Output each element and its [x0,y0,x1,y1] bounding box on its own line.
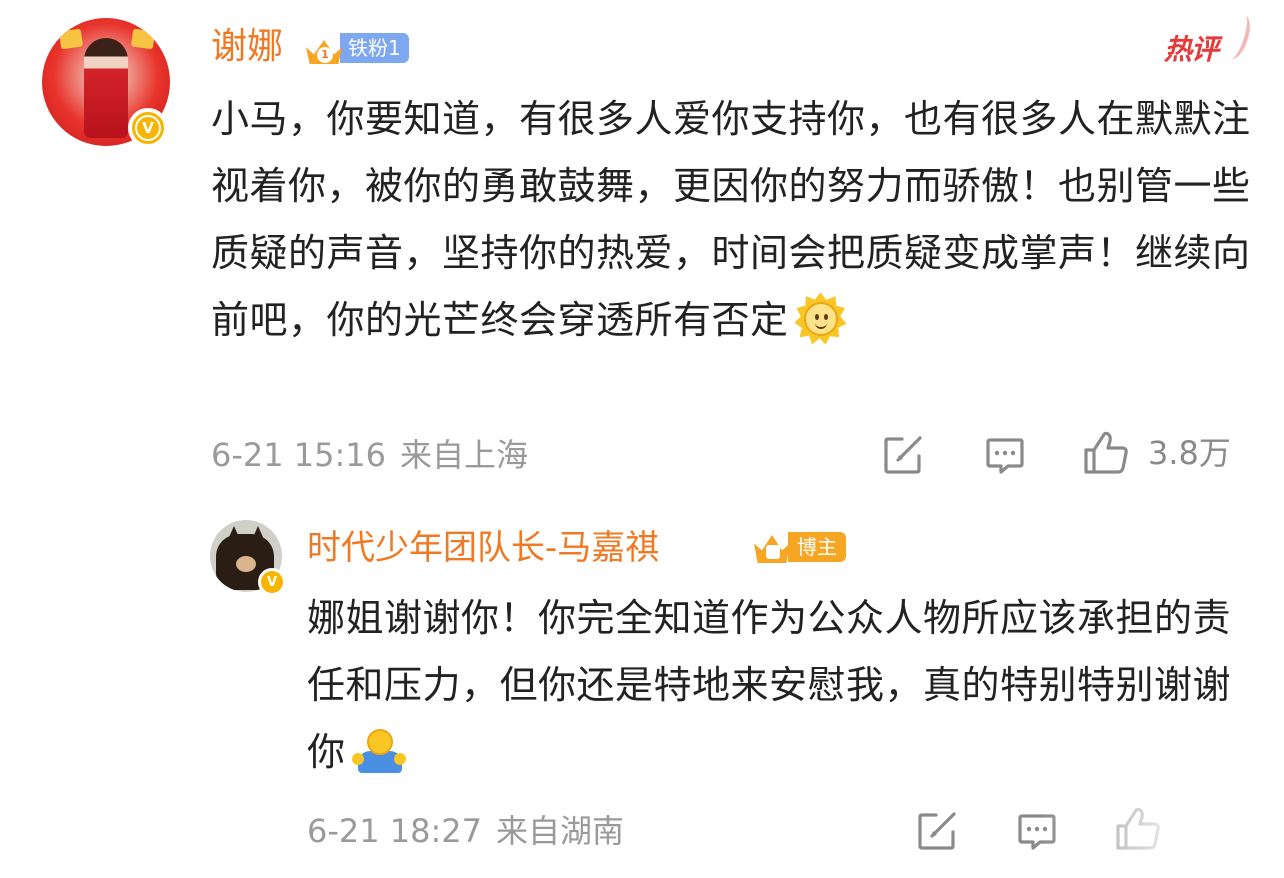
reply-meta: 6-21 18:27 来自湖南 [307,810,624,852]
crown-icon: 1 [304,30,344,66]
author-crown-icon [752,529,792,565]
reply-date: 6-21 18:27 [307,812,483,850]
avatar-figure [84,38,128,138]
comment-location: 来自上海 [400,436,529,474]
comment-text: 小马，你要知道，有很多人爱你支持你，也有很多人在默默注视着你，被你的勇敢鼓舞，更… [211,86,1251,354]
reply-username[interactable]: 时代少年团队长-马嘉祺 [307,526,659,570]
thumbs-up-icon [1084,431,1128,474]
fan-badge-label: 铁粉1 [340,33,409,63]
comment-text-body: 小马，你要知道，有很多人爱你支持你，也有很多人在默默注视着你，被你的勇敢鼓舞，更… [211,97,1251,342]
share-icon [918,812,956,850]
watermark-overlay [1040,798,1284,878]
fan-badge[interactable]: 1 铁粉1 [304,30,409,66]
comment-meta: 6-21 15:16 来自上海 [211,434,528,476]
comment-icon [986,438,1024,474]
comment-button[interactable] [984,436,1026,476]
hot-tag-decoration [1221,12,1255,62]
hot-comment-tag: 热评 [1164,33,1219,66]
author-badge: 博主 [752,528,846,566]
author-badge-label: 博主 [788,532,846,562]
reply-location: 来自湖南 [496,812,625,850]
share-icon [884,436,922,474]
verified-badge-icon: V [128,108,168,148]
share-button[interactable] [882,434,924,476]
sun-smile-emoji-icon [794,292,847,345]
username[interactable]: 谢娜 [211,24,283,70]
avatar-decoration [130,28,156,50]
avatar-decoration [58,28,84,50]
verified-badge-icon: V [258,568,286,596]
reply-text-body: 娜姐谢谢你！你完全知道作为公众人物所应该承担的责任和压力，但你还是特地来安慰我，… [307,596,1232,774]
like-count: 3.8万 [1148,434,1231,472]
reply-text: 娜姐谢谢你！你完全知道作为公众人物所应该承担的责任和压力，但你还是特地来安慰我，… [307,585,1247,786]
reply-share-button[interactable] [916,810,958,852]
weibo-comment-thread: V 谢娜 1 铁粉1 热评 小马，你要知道，有很多人爱你支持你，也有很多人在默默… [0,0,1284,878]
hug-emoji-icon [351,728,406,775]
like-button[interactable]: 3.8万 [1082,430,1231,476]
comment-date: 6-21 15:16 [211,436,387,474]
